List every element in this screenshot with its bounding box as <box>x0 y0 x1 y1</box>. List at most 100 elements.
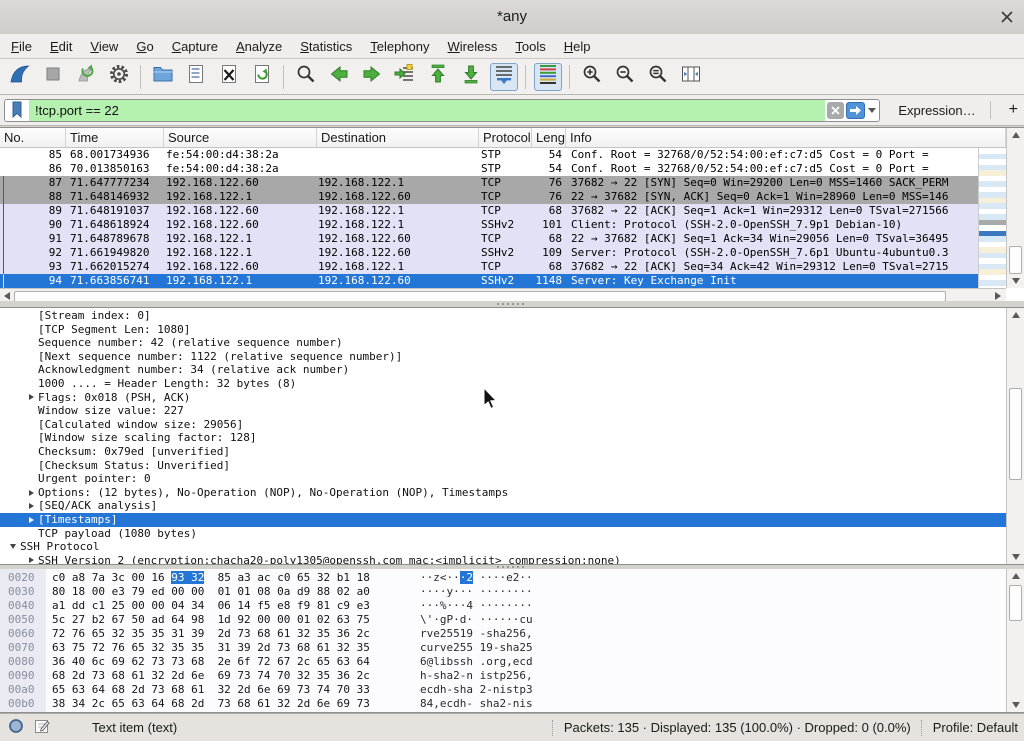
menu-item-file[interactable]: File <box>2 36 41 57</box>
menu-item-help[interactable]: Help <box>555 36 600 57</box>
open-file-button[interactable] <box>149 63 177 91</box>
resize-columns-button[interactable] <box>677 63 705 91</box>
column-header-source[interactable]: Source <box>164 128 317 147</box>
profile-button[interactable]: Profile: Default <box>933 720 1024 735</box>
detail-row[interactable]: [Next sequence number: 1122 (relative se… <box>0 350 1006 364</box>
detail-row[interactable]: [TCP Segment Len: 1080] <box>0 323 1006 337</box>
zoom-in-button[interactable] <box>578 63 606 91</box>
expander-down-icon[interactable] <box>6 544 20 549</box>
detail-row[interactable]: SSH Protocol <box>0 540 1006 554</box>
stop-capture-button[interactable] <box>39 63 67 91</box>
packet-list-vscroll-handle[interactable] <box>1009 246 1022 274</box>
menu-item-analyze[interactable]: Analyze <box>227 36 291 57</box>
menu-item-view[interactable]: View <box>81 36 127 57</box>
hex-row-0060[interactable]: 006072 76 65 32 35 35 31 39 2d 73 68 61 … <box>0 627 1006 641</box>
packet-row-86[interactable]: 8670.013850163fe:54:00:d4:38:2aSTP54Conf… <box>0 162 978 176</box>
menu-item-capture[interactable]: Capture <box>163 36 227 57</box>
close-file-button[interactable] <box>215 63 243 91</box>
expander-right-icon[interactable] <box>24 557 38 563</box>
expert-info-icon[interactable] <box>8 718 24 737</box>
close-icon[interactable] <box>1000 10 1014 24</box>
packet-list-vscrollbar[interactable] <box>1006 128 1024 288</box>
expander-right-icon[interactable] <box>24 394 38 400</box>
packet-list-hscrollbar[interactable] <box>0 288 1006 302</box>
packet-row-91[interactable]: 9171.648789678192.168.122.1192.168.122.6… <box>0 232 978 246</box>
expander-right-icon[interactable] <box>24 503 38 509</box>
bytes-vscrollbar[interactable] <box>1006 569 1024 712</box>
expression-button[interactable]: Expression… <box>898 103 975 118</box>
details-vscroll-handle[interactable] <box>1009 388 1022 480</box>
packet-row-87[interactable]: 8771.647777234192.168.122.60192.168.122.… <box>0 176 978 190</box>
column-header-time[interactable]: Time <box>66 128 164 147</box>
add-filter-button[interactable]: + <box>1003 101 1024 119</box>
hex-row-0020[interactable]: 0020c0 a8 7a 3c 00 16 93 32 85 a3 ac c0 … <box>0 571 1006 585</box>
column-header-length[interactable]: Length <box>532 128 566 147</box>
detail-row[interactable]: 1000 .... = Header Length: 32 bytes (8) <box>0 377 1006 391</box>
hex-row-0030[interactable]: 003080 18 00 e3 79 ed 00 00 01 01 08 0a … <box>0 585 1006 599</box>
restart-capture-button[interactable] <box>72 63 100 91</box>
auto-scroll-button[interactable] <box>490 63 518 91</box>
detail-row[interactable]: Sequence number: 42 (relative sequence n… <box>0 336 1006 350</box>
packet-row-94[interactable]: 9471.663856741192.168.122.1192.168.122.6… <box>0 274 978 288</box>
bytes-vscroll-handle[interactable] <box>1009 585 1022 621</box>
hex-row-0050[interactable]: 00505c 27 b2 67 50 ad 64 98 1d 92 00 00 … <box>0 613 1006 627</box>
find-packet-button[interactable] <box>292 63 320 91</box>
capture-options-button[interactable] <box>105 63 133 91</box>
packet-row-89[interactable]: 8971.648191037192.168.122.60192.168.122.… <box>0 204 978 218</box>
zoom-out-button[interactable] <box>611 63 639 91</box>
hex-row-0080[interactable]: 008036 40 6c 69 62 73 73 68 2e 6f 72 67 … <box>0 655 1006 669</box>
scroll-down-icon[interactable] <box>1007 550 1024 564</box>
display-filter-field[interactable]: !tcp.port == 22 <box>4 99 880 122</box>
expander-right-icon[interactable] <box>24 490 38 496</box>
reload-file-button[interactable] <box>248 63 276 91</box>
menu-item-telephony[interactable]: Telephony <box>361 36 438 57</box>
packet-row-90[interactable]: 9071.648618924192.168.122.60192.168.122.… <box>0 218 978 232</box>
scroll-up-icon[interactable] <box>1007 569 1024 583</box>
packet-list-minimap[interactable] <box>978 148 1006 288</box>
menu-item-statistics[interactable]: Statistics <box>291 36 361 57</box>
save-file-button[interactable] <box>182 63 210 91</box>
detail-row[interactable]: [Window size scaling factor: 128] <box>0 431 1006 445</box>
detail-row[interactable]: Checksum: 0x79ed [unverified] <box>0 445 1006 459</box>
filter-input[interactable]: !tcp.port == 22 <box>30 100 825 121</box>
zoom-original-button[interactable] <box>644 63 672 91</box>
menu-item-edit[interactable]: Edit <box>41 36 81 57</box>
go-forward-button[interactable] <box>358 63 386 91</box>
scroll-down-icon[interactable] <box>1007 698 1024 712</box>
filter-dropdown-caret[interactable] <box>865 100 879 121</box>
filter-bookmark-button[interactable] <box>5 100 30 121</box>
menu-item-go[interactable]: Go <box>127 36 162 57</box>
packet-row-85[interactable]: 8568.001734936fe:54:00:d4:38:2aSTP54Conf… <box>0 148 978 162</box>
detail-row[interactable]: [Checksum Status: Unverified] <box>0 459 1006 473</box>
column-header-protocol[interactable]: Protocol <box>479 128 532 147</box>
hex-row-00a0[interactable]: 00a065 63 64 68 2d 73 68 61 32 2d 6e 69 … <box>0 683 1006 697</box>
filter-clear-button[interactable] <box>827 102 844 119</box>
column-header-info[interactable]: Info <box>566 128 1006 147</box>
detail-row[interactable]: Acknowledgment number: 34 (relative ack … <box>0 363 1006 377</box>
menu-item-tools[interactable]: Tools <box>506 36 554 57</box>
detail-row[interactable]: Options: (12 bytes), No-Operation (NOP),… <box>0 486 1006 500</box>
detail-row[interactable]: [SEQ/ACK analysis] <box>0 499 1006 513</box>
scroll-down-icon[interactable] <box>1007 274 1024 288</box>
start-capture-button[interactable] <box>6 63 34 91</box>
colorize-button[interactable] <box>534 63 562 91</box>
packet-row-93[interactable]: 9371.662015274192.168.122.60192.168.122.… <box>0 260 978 274</box>
hex-dump[interactable]: 0020c0 a8 7a 3c 00 16 93 32 85 a3 ac c0 … <box>0 571 1006 711</box>
details-vscrollbar[interactable] <box>1006 308 1024 564</box>
packet-row-88[interactable]: 8871.648146932192.168.122.1192.168.122.6… <box>0 190 978 204</box>
packet-row-92[interactable]: 9271.661949820192.168.122.1192.168.122.6… <box>0 246 978 260</box>
hex-row-0040[interactable]: 0040a1 dd c1 25 00 00 04 34 06 14 f5 e8 … <box>0 599 1006 613</box>
column-header-destination[interactable]: Destination <box>317 128 479 147</box>
detail-row[interactable]: [Calculated window size: 29056] <box>0 418 1006 432</box>
scroll-up-icon[interactable] <box>1007 128 1024 142</box>
hex-row-00b0[interactable]: 00b038 34 2c 65 63 64 68 2d 73 68 61 32 … <box>0 697 1006 711</box>
capture-comment-icon[interactable] <box>34 718 50 737</box>
detail-row[interactable]: [Timestamps] <box>0 513 1006 527</box>
go-back-button[interactable] <box>325 63 353 91</box>
hex-row-0070[interactable]: 007063 75 72 76 65 32 35 35 31 39 2d 73 … <box>0 641 1006 655</box>
detail-row[interactable]: [Stream index: 0] <box>0 309 1006 323</box>
detail-row[interactable]: Flags: 0x018 (PSH, ACK) <box>0 391 1006 405</box>
expander-right-icon[interactable] <box>24 517 38 523</box>
detail-row[interactable]: Urgent pointer: 0 <box>0 472 1006 486</box>
filter-apply-button[interactable] <box>846 102 865 119</box>
